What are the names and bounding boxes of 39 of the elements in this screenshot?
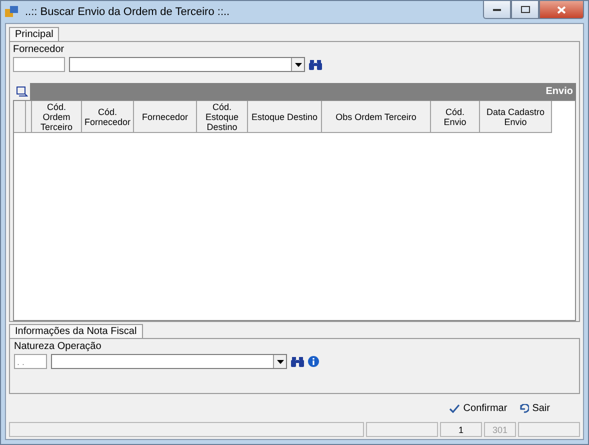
close-icon — [557, 6, 566, 14]
tab[interactable]: Principal — [9, 27, 60, 41]
dropdown-field[interactable] — [51, 354, 287, 369]
caret-icon — [294, 62, 302, 66]
field-label: Natureza Operação — [14, 341, 102, 353]
maximize-icon — [520, 6, 530, 13]
minimize-icon — [493, 8, 501, 11]
exit-button[interactable]: Sair — [519, 402, 550, 414]
minimize-button[interactable] — [483, 1, 511, 19]
confirm-button[interactable]: Confirmar — [449, 402, 508, 414]
column-header[interactable]: Cód. Fornecedor — [82, 101, 134, 133]
column-header[interactable]: Data Cadastro Envio — [480, 101, 552, 133]
info-icon[interactable] — [308, 356, 319, 367]
status-panel: 301 — [484, 422, 516, 437]
close-button[interactable] — [539, 1, 584, 19]
column-header[interactable]: Cód. Envio — [431, 101, 480, 133]
column-header[interactable]: Fornecedor — [134, 101, 197, 133]
column-header[interactable]: Cód. Estoque Destino — [197, 101, 248, 133]
window-title: ..:: Buscar Envio da Ordem de Terceiro ::.. — [25, 6, 231, 18]
maximize-button[interactable] — [511, 1, 539, 19]
dropdown-field[interactable] — [69, 57, 305, 72]
status-panel: 1 — [440, 422, 482, 437]
status-panel — [366, 422, 438, 437]
caret-icon — [276, 360, 284, 364]
field-label: Fornecedor — [13, 44, 66, 56]
grid-title: Envio — [546, 86, 574, 97]
tab[interactable]: Informações da Nota Fiscal — [9, 324, 143, 338]
code-field[interactable] — [13, 57, 65, 72]
export-icon[interactable] — [13, 83, 30, 100]
checkmark-icon — [449, 404, 460, 412]
column-header[interactable]: Estoque Destino — [248, 101, 322, 133]
undo-arrow-icon — [519, 404, 530, 412]
column-header[interactable]: Obs Ordem Terceiro — [322, 101, 431, 133]
column-header[interactable]: Cód. Ordem Terceiro — [32, 101, 82, 133]
binoculars-icon[interactable] — [291, 356, 304, 366]
code-field[interactable]: . . — [14, 354, 47, 369]
status-panel — [518, 422, 580, 437]
app-icon — [5, 6, 19, 18]
binoculars-icon[interactable] — [309, 60, 322, 70]
